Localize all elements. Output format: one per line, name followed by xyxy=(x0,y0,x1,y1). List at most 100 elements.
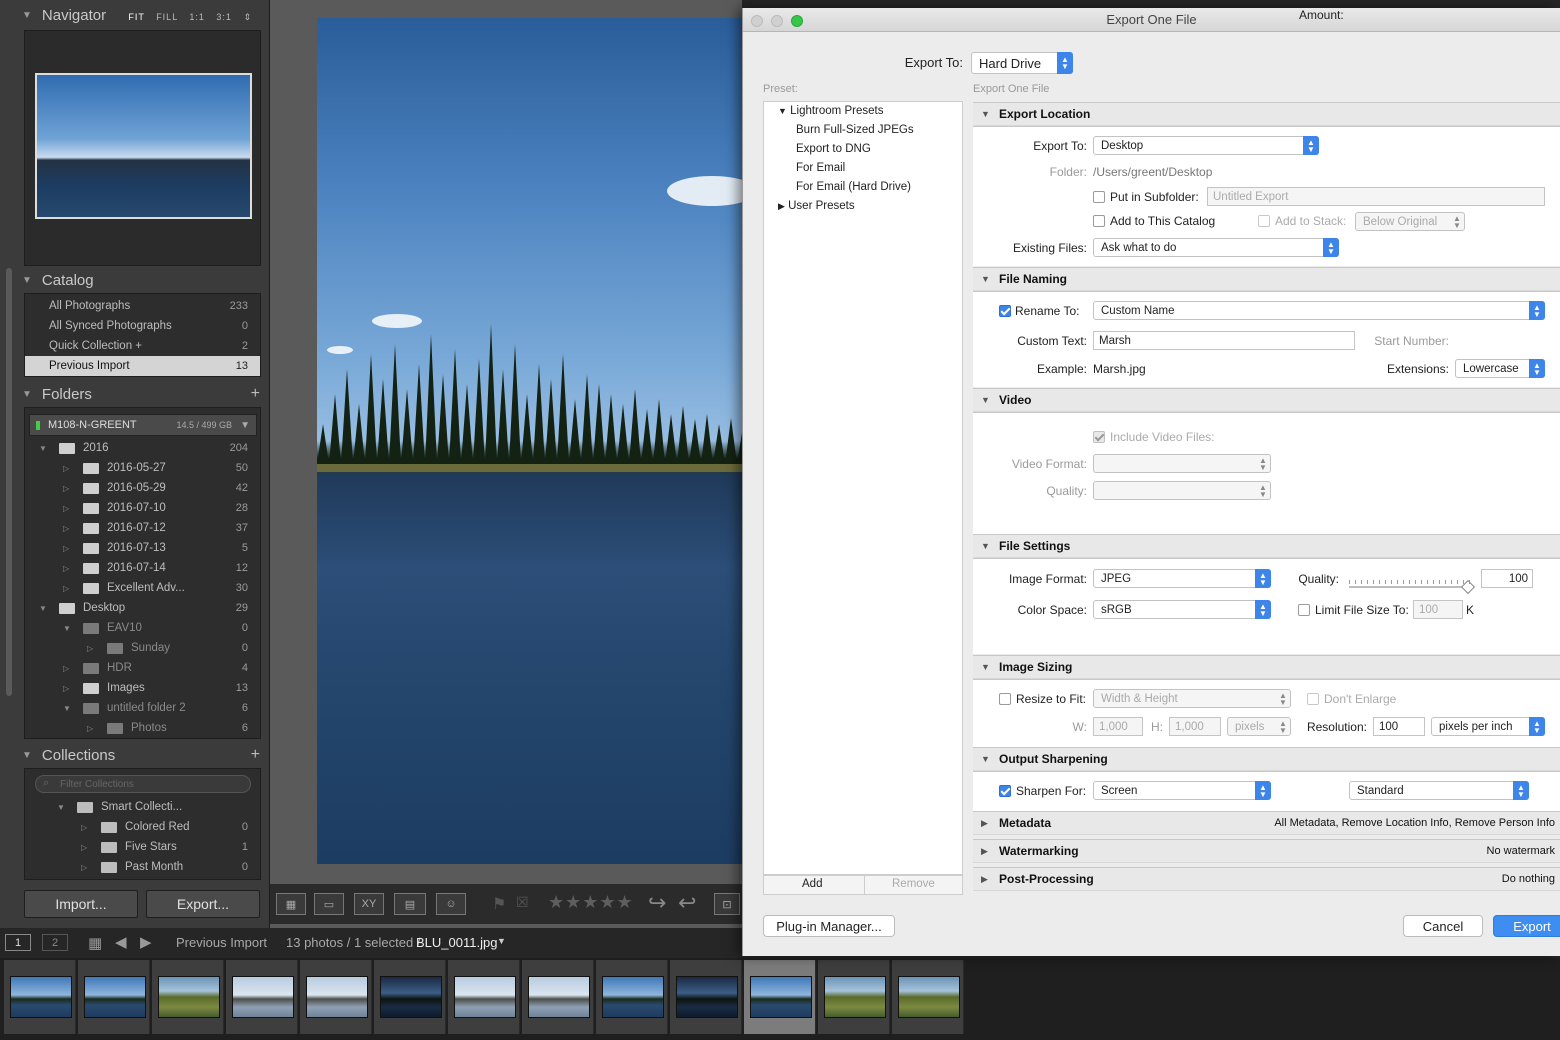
add-folder-icon[interactable]: + xyxy=(251,385,260,403)
grid-view-icon[interactable]: ▦ xyxy=(276,893,306,915)
add-to-stack-checkbox[interactable] xyxy=(1258,215,1270,227)
section-export-location[interactable]: ▼ Export Location xyxy=(973,102,1560,126)
width-input[interactable]: 1,000 xyxy=(1093,717,1143,736)
close-window-icon[interactable] xyxy=(751,15,763,27)
loupe-view-icon[interactable]: ▭ xyxy=(314,893,344,915)
folder-expand-icon[interactable]: ▼ xyxy=(63,624,71,633)
collection-row[interactable]: ▷ Past Month 0 xyxy=(25,857,260,877)
folder-expand-icon[interactable]: ▷ xyxy=(87,644,93,653)
folder-row[interactable]: ▼ EAV10 0 xyxy=(25,618,260,638)
filter-collections-input[interactable]: ⌕ Filter Collections xyxy=(35,775,251,793)
color-space-select[interactable]: sRGB ▲ ▼ xyxy=(1093,600,1271,619)
folder-expand-icon[interactable]: ▷ xyxy=(63,584,69,593)
folder-row[interactable]: ▼ Desktop 29 xyxy=(25,598,260,618)
user-presets-folder[interactable]: ▶ User Presets xyxy=(778,200,855,212)
folder-expand-icon[interactable]: ▷ xyxy=(63,464,69,473)
catalog-item-previous-import[interactable]: Previous Import 13 xyxy=(25,356,260,376)
folder-row[interactable]: ▷ 2016-07-14 12 xyxy=(25,558,260,578)
navigator-preview-image[interactable] xyxy=(35,73,252,219)
catalog-item-all-synced[interactable]: All Synced Photographs 0 xyxy=(25,316,260,336)
custom-text-input[interactable]: Marsh xyxy=(1093,331,1355,350)
export-dialog-button[interactable]: Export xyxy=(1493,915,1560,937)
folder-row[interactable]: ▷ 2016-07-13 5 xyxy=(25,538,260,558)
main-photo[interactable] xyxy=(317,18,747,864)
subfolder-input[interactable]: Untitled Export xyxy=(1207,187,1545,206)
folder-row[interactable]: ▷ 2016-07-10 28 xyxy=(25,498,260,518)
preset-item[interactable]: Burn Full-Sized JPEGs xyxy=(796,124,914,136)
video-quality-select[interactable]: ▲ ▼ xyxy=(1093,481,1271,500)
volume-header[interactable]: M108-N-GREENT 14.5 / 499 GB ▼ xyxy=(29,414,257,436)
collection-expand-icon[interactable]: ▼ xyxy=(57,803,65,812)
include-video-checkbox[interactable] xyxy=(1093,431,1105,443)
filmstrip-thumbnail[interactable] xyxy=(602,976,664,1018)
volume-dropdown-icon[interactable]: ▼ xyxy=(240,420,250,431)
rename-template-select[interactable]: Custom Name ▲ ▼ xyxy=(1093,301,1545,320)
folder-row[interactable]: ▷ Images 13 xyxy=(25,678,260,698)
filmstrip-thumbnail[interactable] xyxy=(158,976,220,1018)
folder-row[interactable]: ▷ Photos 6 xyxy=(25,718,260,738)
filmstrip-cell[interactable] xyxy=(374,960,446,1034)
height-input[interactable]: 1,000 xyxy=(1169,717,1221,736)
rotate-right-icon[interactable]: ↩ xyxy=(678,890,696,916)
filename-dropdown-icon[interactable]: ▼ xyxy=(497,936,506,946)
image-format-select[interactable]: JPEG ▲ ▼ xyxy=(1093,569,1271,588)
grid-icon[interactable]: ▦ xyxy=(88,934,102,952)
zoom-window-icon[interactable] xyxy=(791,15,803,27)
folder-expand-icon[interactable]: ▷ xyxy=(63,544,69,553)
limit-size-checkbox[interactable] xyxy=(1298,604,1310,616)
folder-row[interactable]: ▷ Excellent Adv... 30 xyxy=(25,578,260,598)
resolution-unit-select[interactable]: pixels per inch ▲ ▼ xyxy=(1431,717,1545,736)
preset-item[interactable]: Export to DNG xyxy=(796,143,871,155)
collections-header[interactable]: ▼ Collections + xyxy=(22,743,264,767)
cancel-button[interactable]: Cancel xyxy=(1403,915,1483,937)
zoom-fit[interactable]: FIT xyxy=(128,12,144,22)
lightroom-presets-folder[interactable]: ▼ Lightroom Presets xyxy=(778,105,883,117)
section-watermarking[interactable]: ▶ Watermarking No watermark xyxy=(973,839,1560,863)
collection-expand-icon[interactable]: ▷ xyxy=(81,863,87,872)
filmstrip-thumbnail[interactable] xyxy=(232,976,294,1018)
folder-expand-icon[interactable]: ▷ xyxy=(63,664,69,673)
resize-checkbox[interactable] xyxy=(999,693,1011,705)
flag-icon[interactable]: ⚑ xyxy=(492,894,506,914)
location-export-to-select[interactable]: Desktop ▲ ▼ xyxy=(1093,136,1319,155)
folder-row[interactable]: ▷ 2016-05-29 42 xyxy=(25,478,260,498)
add-collection-icon[interactable]: + xyxy=(251,746,260,764)
filmstrip-thumbnail[interactable] xyxy=(898,976,960,1018)
zoom-stepper-icon[interactable]: ⇕ xyxy=(243,12,252,22)
catalog-header[interactable]: ▼ Catalog xyxy=(22,268,264,292)
catalog-item-quick-collection[interactable]: Quick Collection + 2 xyxy=(25,336,260,356)
folder-expand-icon[interactable]: ▷ xyxy=(63,524,69,533)
extensions-select[interactable]: Lowercase ▲ ▼ xyxy=(1455,359,1545,378)
section-file-settings[interactable]: ▼ File Settings xyxy=(973,534,1560,558)
filmstrip-filename[interactable]: BLU_0011.jpg xyxy=(416,935,497,950)
sharpen-checkbox[interactable] xyxy=(999,785,1011,797)
folder-row[interactable]: ▷ Sunday 0 xyxy=(25,638,260,658)
filmstrip-source[interactable]: Previous Import xyxy=(176,935,267,950)
collection-row[interactable]: ▼ Smart Collecti... xyxy=(25,797,260,817)
filmstrip-cell[interactable] xyxy=(300,960,372,1034)
rotate-left-icon[interactable]: ↪ xyxy=(648,890,666,916)
resize-mode-select[interactable]: Width & Height ▲ ▼ xyxy=(1093,689,1291,708)
filmstrip-cell[interactable] xyxy=(152,960,224,1034)
folder-expand-icon[interactable]: ▼ xyxy=(39,444,47,453)
folder-expand-icon[interactable]: ▷ xyxy=(63,504,69,513)
folder-expand-icon[interactable]: ▷ xyxy=(63,564,69,573)
zoom-1-1[interactable]: 1:1 xyxy=(189,12,205,22)
forward-arrow-icon[interactable]: ▶ xyxy=(140,933,152,951)
folder-row[interactable]: ▼ 2016 204 xyxy=(25,438,260,458)
section-file-naming[interactable]: ▼ File Naming xyxy=(973,267,1560,291)
section-metadata[interactable]: ▶ Metadata All Metadata, Remove Location I… xyxy=(973,811,1560,835)
folder-expand-icon[interactable]: ▼ xyxy=(39,604,47,613)
import-button[interactable]: Import... xyxy=(24,890,138,918)
video-format-select[interactable]: ▲ ▼ xyxy=(1093,454,1271,473)
filmstrip-thumbnail[interactable] xyxy=(824,976,886,1018)
add-preset-button[interactable]: Add xyxy=(802,878,822,890)
filmstrip-cell[interactable] xyxy=(226,960,298,1034)
folders-header[interactable]: ▼ Folders + xyxy=(22,382,264,406)
folder-row[interactable]: ▷ 2016-05-27 50 xyxy=(25,458,260,478)
folder-row[interactable]: ▷ 2016-07-12 37 xyxy=(25,518,260,538)
filmstrip-cell[interactable] xyxy=(448,960,520,1034)
filmstrip-cell[interactable] xyxy=(892,960,964,1034)
sharpen-for-select[interactable]: Screen ▲ ▼ xyxy=(1093,781,1271,800)
stack-position-select[interactable]: Below Original ▲ ▼ xyxy=(1355,212,1465,231)
